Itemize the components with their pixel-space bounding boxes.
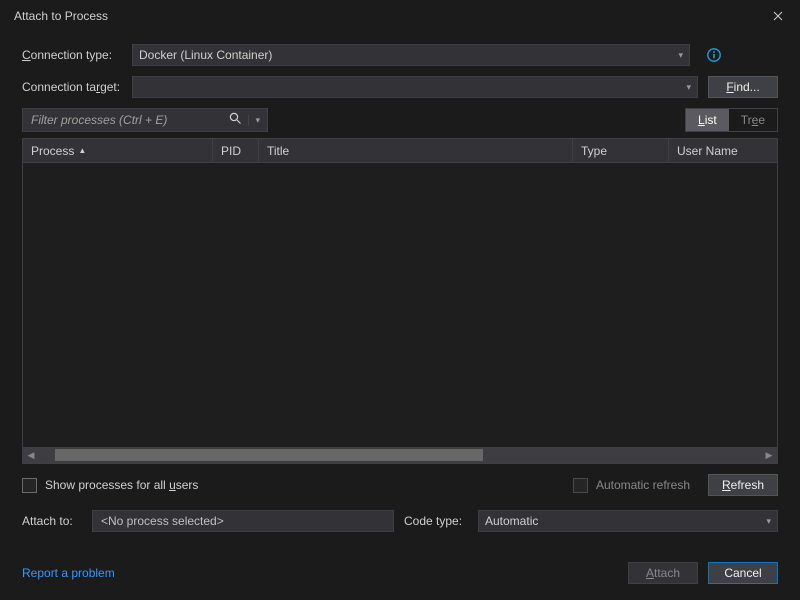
dialog-title: Attach to Process (14, 9, 756, 23)
horizontal-scrollbar[interactable]: ◀ ▶ (23, 447, 777, 463)
report-problem-link[interactable]: Report a problem (22, 566, 115, 580)
chevron-down-icon: ▾ (678, 50, 683, 61)
connection-type-row: Connection type: Docker (Linux Container… (22, 44, 778, 66)
connection-target-label: Connection target: (22, 80, 122, 94)
view-list-button[interactable]: List (686, 109, 729, 131)
show-all-users-checkbox[interactable]: Show processes for all users (22, 478, 198, 493)
chevron-down-icon: ▾ (766, 516, 771, 527)
info-icon[interactable] (706, 47, 722, 63)
view-toggle: List Tree (685, 108, 778, 132)
column-title[interactable]: Title (259, 139, 573, 162)
filter-options-dropdown[interactable]: ▾ (248, 115, 263, 126)
attach-to-row: Attach to: <No process selected> Code ty… (22, 510, 778, 532)
connection-target-dropdown[interactable]: ▾ (132, 76, 698, 98)
sort-asc-icon: ▲ (78, 146, 86, 155)
code-type-label: Code type: (404, 514, 468, 528)
automatic-refresh-checkbox[interactable]: Automatic refresh (573, 478, 690, 493)
close-icon (773, 11, 783, 21)
search-icon[interactable] (223, 112, 248, 128)
filter-bar: Filter processes (Ctrl + E) ▾ List Tree (22, 108, 778, 132)
cancel-button[interactable]: Cancel (708, 562, 778, 584)
column-type[interactable]: Type (573, 139, 669, 162)
filter-input[interactable]: Filter processes (Ctrl + E) ▾ (22, 108, 268, 132)
checkbox-box (573, 478, 588, 493)
connection-type-label: Connection type: (22, 48, 122, 62)
connection-type-dropdown[interactable]: Docker (Linux Container) ▾ (132, 44, 690, 66)
attach-to-field: <No process selected> (92, 510, 394, 532)
titlebar: Attach to Process (0, 0, 800, 32)
checkbox-box (22, 478, 37, 493)
column-user[interactable]: User Name (669, 139, 777, 162)
scroll-left-icon[interactable]: ◀ (23, 447, 39, 463)
refresh-button[interactable]: Refresh (708, 474, 778, 496)
dialog-footer: Report a problem Attach Cancel (0, 562, 800, 600)
grid-header: Process ▲ PID Title Type User Name (23, 139, 777, 163)
options-row: Show processes for all users Automatic r… (22, 474, 778, 496)
scrollbar-thumb[interactable] (55, 449, 483, 461)
attach-button[interactable]: Attach (628, 562, 698, 584)
column-process[interactable]: Process ▲ (23, 139, 213, 162)
code-type-dropdown[interactable]: Automatic ▾ (478, 510, 778, 532)
connection-target-row: Connection target: ▾ Find... (22, 76, 778, 98)
grid-body (23, 163, 777, 447)
connection-type-value: Docker (Linux Container) (139, 48, 272, 62)
attach-to-label: Attach to: (22, 514, 82, 528)
view-tree-button[interactable]: Tree (729, 109, 777, 131)
filter-placeholder: Filter processes (Ctrl + E) (31, 113, 223, 127)
chevron-down-icon: ▾ (686, 82, 691, 93)
process-grid: Process ▲ PID Title Type User Name ◀ ▶ (22, 138, 778, 464)
close-button[interactable] (756, 0, 800, 32)
find-button[interactable]: Find... (708, 76, 778, 98)
scroll-right-icon[interactable]: ▶ (761, 447, 777, 463)
column-pid[interactable]: PID (213, 139, 259, 162)
code-type-value: Automatic (485, 514, 538, 528)
